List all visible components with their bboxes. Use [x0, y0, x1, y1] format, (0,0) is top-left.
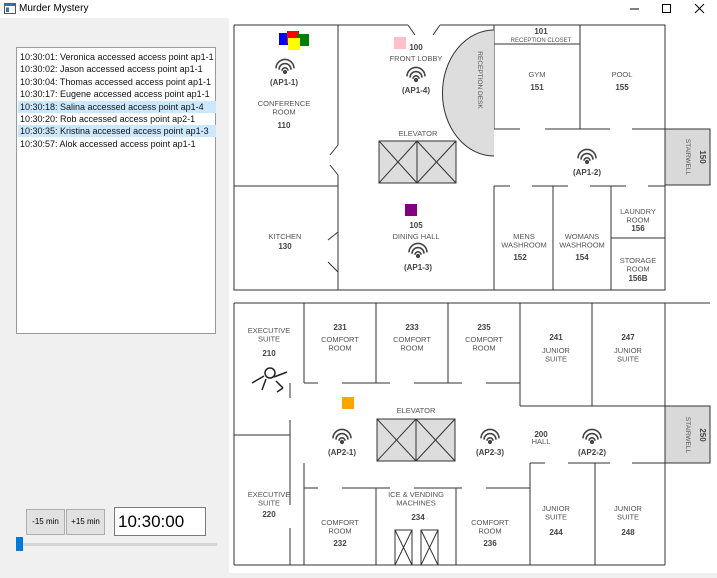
room-label: 156B [628, 274, 647, 283]
title-bar: Murder Mystery [0, 0, 717, 18]
log-entry[interactable]: 10:30:18: Salina accessed access point a… [18, 100, 216, 113]
room-label: 151 [530, 83, 544, 92]
room-label: EXECUTIVE SUITE [248, 326, 291, 344]
room-label: 235 [477, 323, 491, 332]
room-label: COMFORT ROOM [321, 518, 359, 536]
log-entry[interactable]: 10:30:20: Rob accessed access point ap2-… [18, 113, 216, 125]
room-label: POOL [612, 70, 633, 79]
log-entry[interactable]: 10:30:35: Kristina accessed access point… [18, 125, 216, 138]
maximize-button[interactable] [650, 0, 684, 18]
room-label: 100 [409, 43, 423, 52]
room-label: COMFORT ROOM [393, 335, 431, 353]
room-label: EXECUTIVE SUITE [248, 490, 291, 508]
room-label: STORAGE ROOM [620, 256, 657, 274]
room-label: ICE & VENDING MACHINES [388, 490, 444, 508]
log-entry[interactable]: 10:30:04: Thomas accessed access point a… [18, 76, 216, 88]
room-label: HALL [532, 437, 551, 446]
room-label: 234 [411, 513, 425, 522]
room-label: JUNIOR SUITE [614, 346, 643, 364]
room-label: COMFORT ROOM [465, 335, 503, 353]
room-label: DINING HALL [392, 232, 439, 241]
wifi-icon [406, 66, 426, 83]
room-label: 233 [405, 323, 419, 332]
room-label: CONFERENCE ROOM [258, 99, 311, 117]
room-label: JUNIOR SUITE [614, 504, 643, 522]
log-entry[interactable]: 10:30:02: Jason accessed access point ap… [18, 63, 216, 75]
room-label: WOMANS WASHROOM [559, 232, 605, 250]
room-label: 105 [409, 221, 423, 230]
room-label: LAUNDRY ROOM [620, 207, 656, 225]
floor-plan-map: CONFERENCE ROOM 110 (AP1-1) 100 FRONT LOBBY (A… [229, 18, 717, 573]
person-marker[interactable] [405, 204, 417, 216]
person-marker[interactable] [394, 37, 406, 49]
room-label: 220 [262, 510, 276, 519]
room-label: 152 [513, 253, 527, 262]
room-label: RECEPTION CLOSET [511, 38, 572, 44]
room-label: JUNIOR SUITE [542, 504, 571, 522]
room-label: (AP2-3) [476, 448, 504, 457]
wifi-icon [577, 148, 597, 165]
room-label: ELEVATOR [399, 129, 438, 138]
room-label: MENS WASHROOM [501, 232, 547, 250]
room-label: KITCHEN [269, 232, 302, 241]
minimize-button[interactable] [618, 0, 652, 18]
room-label: FRONT LOBBY [390, 54, 443, 63]
room-label: JUNIOR SUITE [542, 346, 571, 364]
maximize-icon [662, 4, 671, 13]
minus-15-min-button[interactable]: -15 min [26, 509, 65, 535]
room-label: (AP1-2) [573, 168, 601, 177]
close-button[interactable] [683, 0, 717, 18]
access-log-list[interactable]: 10:30:01: Veronica accessed access point… [16, 47, 216, 334]
time-slider-track[interactable] [17, 543, 217, 546]
stairwell-250-number: 250 [698, 428, 707, 442]
body-outline-icon [251, 367, 288, 393]
room-label: 247 [621, 333, 635, 342]
room-label: 154 [575, 253, 589, 262]
floor-plan-svg: CONFERENCE ROOM 110 (AP1-1) 100 FRONT LOBBY (A… [233, 24, 711, 566]
stairwell-150-label: STAIRWELL [684, 139, 691, 176]
log-entry[interactable]: 10:30:57: Alok accessed access point ap1… [18, 138, 216, 150]
room-label: 101 [534, 27, 548, 36]
plus-15-min-button[interactable]: +15 min [66, 509, 105, 535]
reception-desk-label: RECEPTION DESK [476, 51, 483, 109]
room-label: (AP1-3) [404, 263, 432, 272]
app-icon [4, 3, 16, 14]
window-title: Murder Mystery [19, 3, 89, 14]
room-label: 210 [262, 349, 276, 358]
room-label: 110 [278, 121, 291, 130]
room-label: GYM [528, 70, 545, 79]
room-label: 244 [549, 528, 563, 537]
room-label: (AP1-4) [402, 86, 430, 95]
room-label: 236 [483, 539, 497, 548]
room-label: (AP2-1) [328, 448, 356, 457]
wifi-icon [408, 242, 428, 259]
room-label: 241 [549, 333, 563, 342]
stairwell-150-number: 150 [698, 150, 707, 164]
wifi-icon [582, 428, 602, 445]
person-marker[interactable] [342, 397, 354, 409]
room-label: 155 [615, 83, 629, 92]
room-label: 156 [631, 224, 645, 233]
room-label: COMFORT ROOM [321, 335, 359, 353]
wifi-icon [332, 428, 352, 445]
close-icon [694, 3, 705, 14]
room-label: 248 [621, 528, 635, 537]
log-entry[interactable]: 10:30:01: Veronica accessed access point… [18, 51, 216, 63]
room-label: COMFORT ROOM [471, 518, 509, 536]
time-display[interactable]: 10:30:00 [114, 507, 206, 536]
wifi-icon [480, 428, 500, 445]
room-label: 231 [333, 323, 347, 332]
log-entry[interactable]: 10:30:17: Eugene accessed access point a… [18, 88, 216, 100]
time-slider-thumb[interactable] [16, 537, 23, 551]
room-label: (AP1-1) [270, 78, 298, 87]
room-label: (AP2-2) [578, 448, 606, 457]
stairwell-250-label: STAIRWELL [684, 417, 691, 454]
person-marker[interactable] [288, 38, 300, 50]
wifi-icon [275, 58, 295, 75]
room-label: ELEVATOR [397, 406, 436, 415]
room-label: 232 [333, 539, 347, 548]
room-label: 130 [278, 242, 292, 251]
minimize-icon [630, 8, 639, 10]
